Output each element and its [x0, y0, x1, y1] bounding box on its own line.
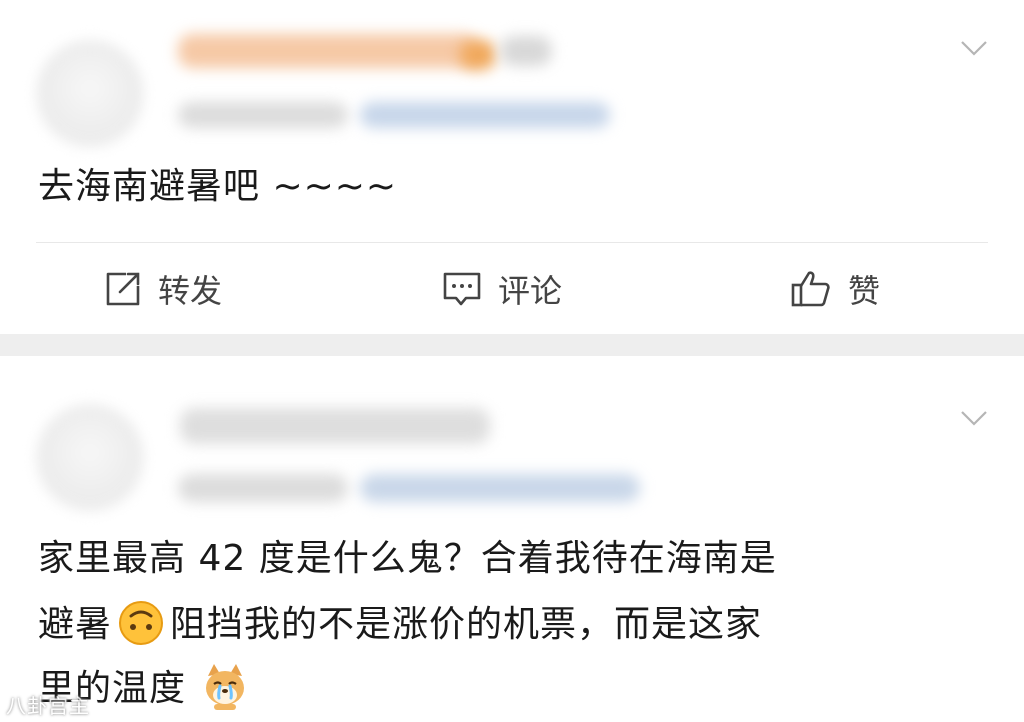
user-badge-blurred	[460, 40, 496, 70]
post-time-blurred	[178, 102, 348, 128]
username-blurred[interactable]	[178, 34, 478, 68]
repost-icon	[106, 272, 140, 306]
like-button[interactable]: 赞	[790, 262, 880, 316]
thumbs-up-icon	[791, 271, 830, 307]
watermark: 八卦宫主	[6, 694, 90, 718]
repost-button[interactable]: 转发	[104, 262, 222, 316]
like-label: 赞	[848, 272, 881, 310]
post-time-blurred	[178, 474, 348, 502]
comment-button[interactable]: 评论	[442, 262, 562, 316]
post-content-line-2: 避暑 阻挡我的不是涨价的机票，而是这家	[38, 598, 762, 652]
post-source-blurred[interactable]	[360, 102, 610, 128]
username-blurred[interactable]	[180, 408, 490, 444]
post-content: 去海南避暑吧 ~~~~	[38, 166, 398, 207]
divider	[36, 242, 988, 243]
post-source-blurred[interactable]	[360, 474, 640, 502]
post-separator	[0, 334, 1024, 356]
avatar[interactable]	[36, 40, 144, 148]
crying-dog-emoji-icon	[206, 664, 245, 710]
user-tag-blurred	[500, 36, 552, 66]
chevron-down-icon[interactable]	[960, 404, 988, 432]
post-content-line-1: 家里最高 42 度是什么鬼？合着我待在海南是	[38, 538, 777, 579]
comment-label: 评论	[498, 272, 563, 310]
weibo-post-2: 家里最高 42 度是什么鬼？合着我待在海南是 避暑 阻挡我的不是涨价的机票，而是…	[0, 356, 1024, 722]
weibo-post-1: 去海南避暑吧 ~~~~ 转发 评论 赞	[0, 0, 1024, 334]
avatar[interactable]	[36, 404, 144, 512]
upside-down-face-emoji-icon	[119, 601, 164, 645]
post-content-segment: 避暑	[38, 604, 113, 645]
repost-label: 转发	[158, 272, 223, 310]
comment-icon	[443, 272, 481, 306]
chevron-down-icon[interactable]	[960, 34, 988, 62]
post-content-segment: 阻挡我的不是涨价的机票，而是这家	[170, 604, 763, 645]
